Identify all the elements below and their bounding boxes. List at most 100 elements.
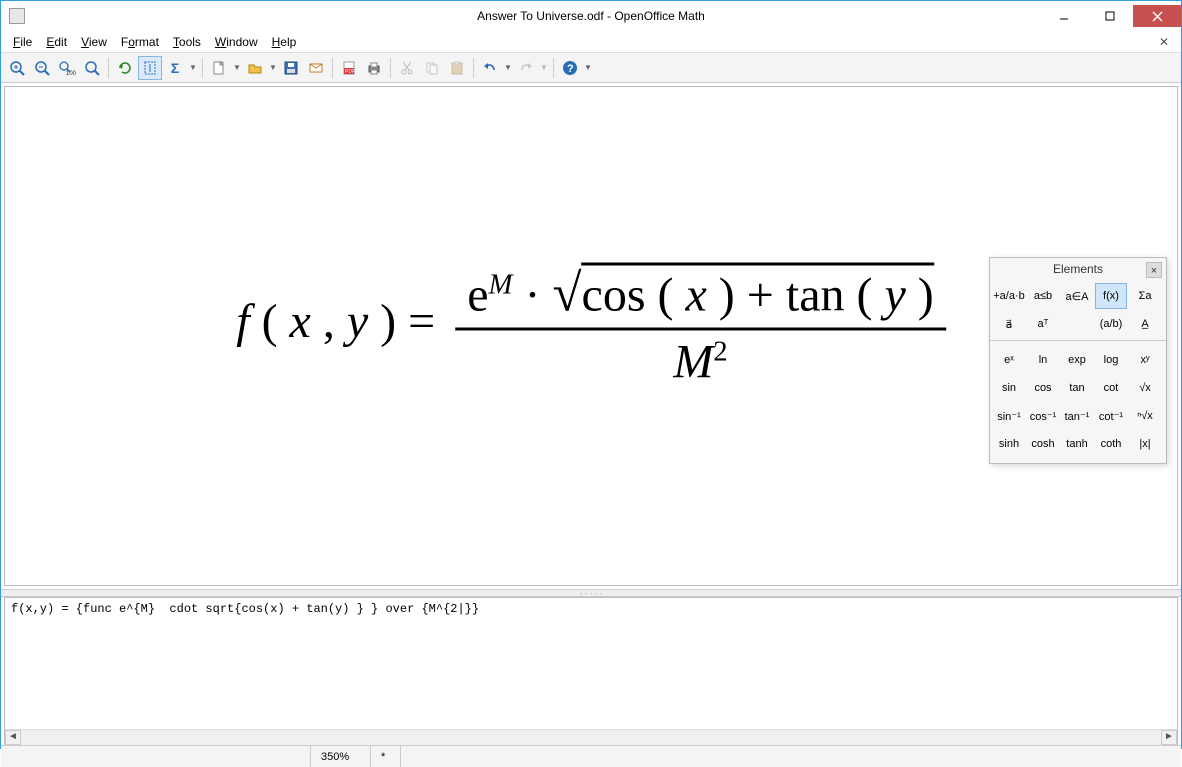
elements-category-0[interactable]: +a/a·b: [993, 283, 1025, 309]
svg-text:100: 100: [66, 71, 76, 76]
zoom-out-icon: [34, 60, 50, 76]
formula-editor[interactable]: [5, 598, 1177, 726]
elements-panel[interactable]: Elements × +a/a·ba≤ba∈Af(x)Σa a⃗aᵀ (a/b)A̲…: [989, 257, 1167, 464]
menu-format[interactable]: Format: [115, 33, 165, 51]
elements-categories: +a/a·ba≤ba∈Af(x)Σa a⃗aᵀ (a/b)A̲: [990, 280, 1166, 341]
open-dropdown[interactable]: ▼: [268, 63, 278, 72]
undo-icon: [482, 60, 498, 76]
new-dropdown[interactable]: ▼: [232, 63, 242, 72]
redo-button[interactable]: [514, 56, 538, 80]
scroll-left-button[interactable]: ◄: [5, 730, 21, 745]
elements-category-4[interactable]: Σa: [1129, 283, 1161, 309]
elements-button[interactable]: Σ: [163, 56, 187, 80]
minimize-button[interactable]: [1041, 5, 1087, 27]
save-icon: [283, 60, 299, 76]
elements-item-12[interactable]: tan⁻¹: [1061, 403, 1093, 429]
elements-item-3[interactable]: log: [1095, 347, 1127, 373]
fraction: eM · √ cos ( x ) + tan ( y ) M2: [455, 263, 946, 390]
pdf-button[interactable]: PDF: [337, 56, 361, 80]
help-icon: ?: [562, 60, 578, 76]
elements-item-11[interactable]: cos⁻¹: [1027, 403, 1059, 429]
help-button[interactable]: ?: [558, 56, 582, 80]
open-button[interactable]: [243, 56, 267, 80]
refresh-button[interactable]: [113, 56, 137, 80]
elements-item-15[interactable]: sinh: [993, 431, 1025, 457]
elements-item-13[interactable]: cot⁻¹: [1095, 403, 1127, 429]
menu-view[interactable]: View: [75, 33, 113, 51]
undo-dropdown[interactable]: ▼: [503, 63, 513, 72]
elements-item-1[interactable]: ln: [1027, 347, 1059, 373]
print-button[interactable]: [362, 56, 386, 80]
menu-edit[interactable]: Edit: [40, 33, 73, 51]
close-icon: [1152, 11, 1163, 22]
elements-category-5[interactable]: a⃗: [993, 311, 1025, 337]
close-button[interactable]: [1133, 5, 1181, 27]
titlebar: Answer To Universe.odf - OpenOffice Math: [1, 1, 1181, 31]
elements-close-button[interactable]: ×: [1146, 262, 1162, 278]
menu-tools[interactable]: Tools: [167, 33, 207, 51]
elements-item-0[interactable]: eˣ: [993, 347, 1025, 373]
elements-item-19[interactable]: |x|: [1129, 431, 1161, 457]
elements-titlebar[interactable]: Elements ×: [990, 258, 1166, 280]
cut-button[interactable]: [395, 56, 419, 80]
document-close-button[interactable]: ✕: [1153, 35, 1175, 49]
elements-item-2[interactable]: exp: [1061, 347, 1093, 373]
elements-item-7[interactable]: tan: [1061, 375, 1093, 401]
copy-button[interactable]: [420, 56, 444, 80]
zoom-all-button[interactable]: [80, 56, 104, 80]
elements-category-7[interactable]: [1061, 311, 1093, 337]
status-zoom[interactable]: 350%: [311, 746, 371, 767]
elements-category-2[interactable]: a∈A: [1061, 283, 1093, 309]
horizontal-scrollbar[interactable]: ◄ ►: [5, 729, 1177, 745]
elements-category-9[interactable]: A̲: [1129, 311, 1161, 337]
elements-item-9[interactable]: √x: [1129, 375, 1161, 401]
scroll-right-button[interactable]: ►: [1161, 730, 1177, 745]
toolbar-separator: [332, 58, 333, 78]
formula-editor-pane: ◄ ►: [4, 597, 1178, 745]
menu-help[interactable]: Help: [266, 33, 303, 51]
zoom-100-button[interactable]: 100: [55, 56, 79, 80]
new-doc-icon: [211, 60, 227, 76]
splitter-handle[interactable]: · · · · ·: [1, 589, 1181, 597]
elements-item-5[interactable]: sin: [993, 375, 1025, 401]
elements-item-17[interactable]: tanh: [1061, 431, 1093, 457]
undo-button[interactable]: [478, 56, 502, 80]
elements-item-8[interactable]: cot: [1095, 375, 1127, 401]
elements-item-10[interactable]: sin⁻¹: [993, 403, 1025, 429]
copy-icon: [424, 60, 440, 76]
formula-cursor-button[interactable]: [138, 56, 162, 80]
svg-text:?: ?: [567, 63, 574, 75]
toolbar-separator: [553, 58, 554, 78]
toolbar: 100 Σ ▼ ▼ ▼ PDF ▼ ▼ ? ▼: [1, 53, 1181, 83]
print-icon: [366, 60, 382, 76]
toolbar-separator: [390, 58, 391, 78]
sigma-icon: Σ: [171, 60, 179, 76]
new-button[interactable]: [207, 56, 231, 80]
zoom-in-button[interactable]: [5, 56, 29, 80]
elements-category-3[interactable]: f(x): [1095, 283, 1127, 309]
elements-item-6[interactable]: cos: [1027, 375, 1059, 401]
zoom-out-button[interactable]: [30, 56, 54, 80]
redo-dropdown[interactable]: ▼: [539, 63, 549, 72]
elements-item-4[interactable]: xʸ: [1129, 347, 1161, 373]
mail-button[interactable]: [304, 56, 328, 80]
scroll-track[interactable]: [21, 730, 1161, 745]
maximize-icon: [1105, 11, 1115, 21]
paste-button[interactable]: [445, 56, 469, 80]
elements-grid: eˣlnexplogxʸ sincostancot√x sin⁻¹cos⁻¹tan⁻…: [990, 341, 1166, 463]
maximize-button[interactable]: [1087, 5, 1133, 27]
menu-window[interactable]: Window: [209, 33, 264, 51]
menu-file[interactable]: File: [7, 33, 38, 51]
save-button[interactable]: [279, 56, 303, 80]
elements-category-1[interactable]: a≤b: [1027, 283, 1059, 309]
elements-item-14[interactable]: ⁿ√x: [1129, 403, 1161, 429]
toolbar-separator: [202, 58, 203, 78]
elements-category-6[interactable]: aᵀ: [1027, 311, 1059, 337]
elements-item-18[interactable]: coth: [1095, 431, 1127, 457]
elements-item-16[interactable]: cosh: [1027, 431, 1059, 457]
status-modified: *: [371, 746, 401, 767]
toolbar-dropdown-end[interactable]: ▼: [583, 63, 593, 72]
elements-category-8[interactable]: (a/b): [1095, 311, 1127, 337]
toolbar-dropdown-1[interactable]: ▼: [188, 63, 198, 72]
formula-canvas[interactable]: f ( x , y ) = eM · √ cos ( x ) + tan (: [4, 86, 1178, 586]
